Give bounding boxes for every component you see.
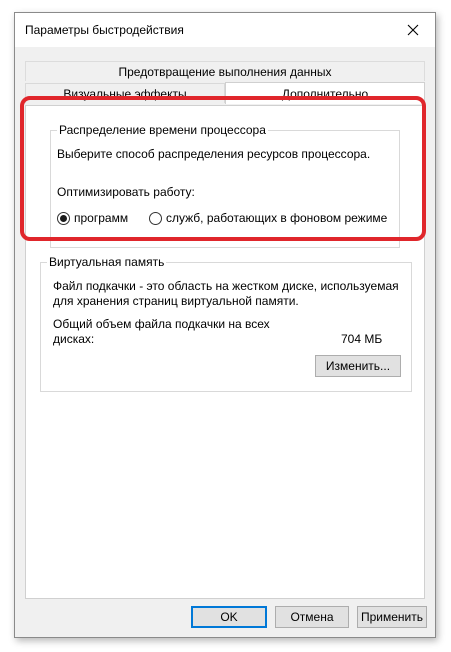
total-value: 704 МБ: [341, 332, 383, 346]
radio-button[interactable]: [149, 211, 162, 225]
total-label-line2: дисках:: [53, 332, 95, 346]
ok-button[interactable]: OK: [191, 606, 267, 628]
title-bar: Параметры быстродействия: [15, 13, 435, 47]
tab-visual-effects[interactable]: Визуальные эффекты: [25, 83, 225, 103]
radio-background-services[interactable]: служб, работающих в фоновом режиме: [149, 211, 387, 225]
optimize-label: Оптимизировать работу:: [57, 185, 195, 199]
vm-description-line1: Файл подкачки - это область на жестком д…: [53, 279, 399, 293]
radio-label: служб, работающих в фоновом режиме: [166, 211, 388, 225]
cpu-scheduling-group: Распределение времени процессора Выберит…: [50, 123, 400, 248]
tab-label: Предотвращение выполнения данных: [118, 64, 332, 79]
radio-label: программ: [74, 211, 129, 225]
virtual-memory-group: Виртуальная память Файл подкачки - это о…: [40, 255, 412, 392]
apply-button[interactable]: Применить: [357, 606, 427, 628]
window-title: Параметры быстродействия: [25, 23, 184, 37]
tab-advanced[interactable]: Дополнительно: [225, 82, 425, 104]
advanced-tab-panel: Распределение времени процессора Выберит…: [25, 105, 425, 599]
vm-description-line2: для хранения страниц виртуальной памяти.: [53, 294, 299, 308]
total-label-line1: Общий объем файла подкачки на всех: [53, 317, 270, 331]
close-button[interactable]: [391, 13, 435, 47]
group-title: Распределение времени процессора: [57, 123, 268, 137]
tab-label: Дополнительно: [281, 86, 369, 101]
tab-label: Визуальные эффекты: [63, 86, 187, 101]
cancel-button[interactable]: Отмена: [275, 606, 349, 628]
radio-button-selected[interactable]: [57, 211, 70, 225]
performance-options-dialog: Параметры быстродействия Предотвращение …: [14, 12, 436, 638]
tab-dep[interactable]: Предотвращение выполнения данных: [25, 61, 425, 81]
close-icon: [407, 24, 419, 36]
cpu-description: Выберите способ распределения ресурсов п…: [57, 147, 371, 161]
radio-programs[interactable]: программ: [57, 211, 128, 225]
change-button[interactable]: Изменить...: [315, 355, 401, 377]
group-title: Виртуальная память: [47, 255, 167, 269]
tab-strip: Предотвращение выполнения данных Визуаль…: [25, 57, 425, 105]
